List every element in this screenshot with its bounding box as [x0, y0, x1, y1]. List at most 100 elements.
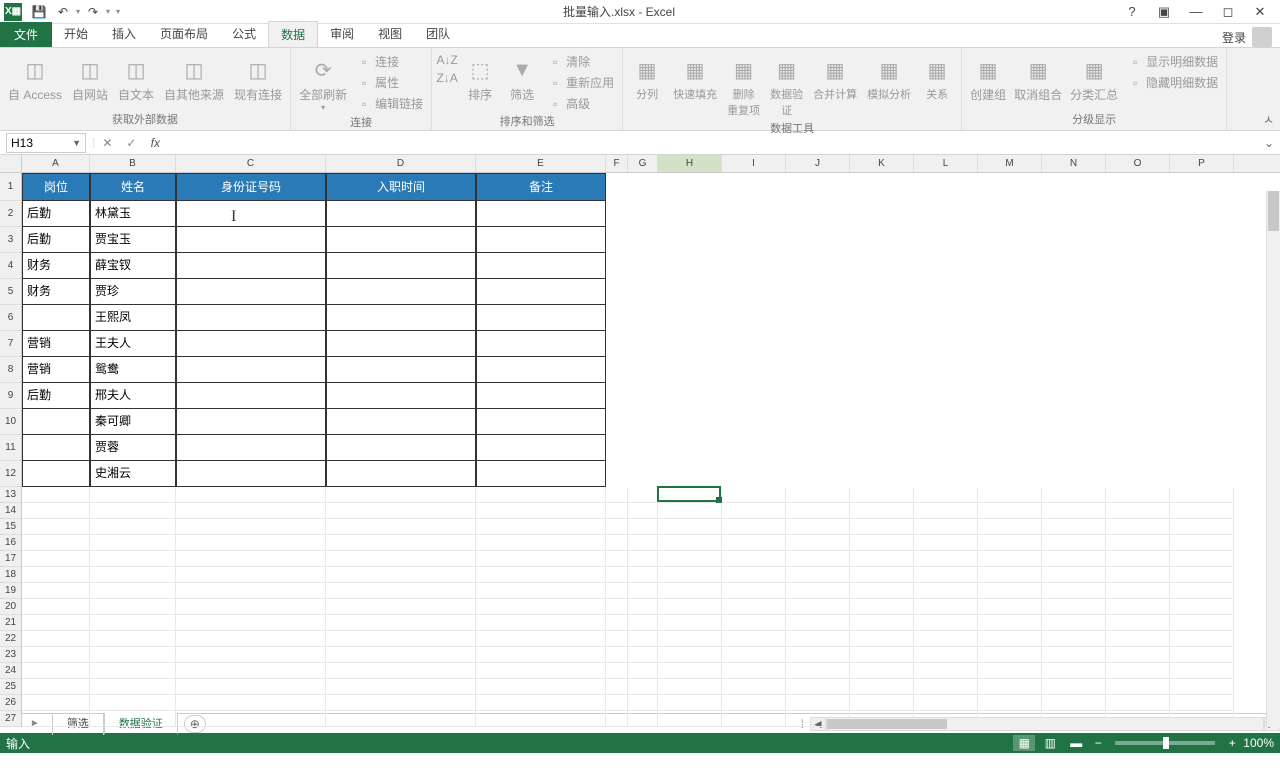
data-tool-button[interactable]: ▦快速填充 — [669, 52, 721, 104]
cell[interactable] — [90, 663, 176, 679]
cell[interactable] — [786, 487, 850, 503]
confirm-formula-button[interactable]: ✓ — [119, 133, 143, 153]
ext-data-button[interactable]: ◫自网站 — [68, 52, 112, 105]
cell[interactable] — [850, 679, 914, 695]
row-header-7[interactable]: 7 — [0, 331, 21, 357]
cell[interactable] — [722, 711, 786, 727]
cell[interactable] — [658, 631, 722, 647]
cell[interactable] — [1106, 679, 1170, 695]
cell[interactable] — [326, 583, 476, 599]
cell[interactable] — [22, 461, 90, 487]
cell[interactable] — [628, 647, 658, 663]
cell[interactable] — [176, 519, 326, 535]
zoom-slider[interactable] — [1115, 741, 1215, 745]
cell[interactable] — [1170, 615, 1234, 631]
cell[interactable] — [628, 487, 658, 503]
cell[interactable] — [326, 279, 476, 305]
cell[interactable] — [850, 695, 914, 711]
cell[interactable] — [606, 583, 628, 599]
cell[interactable] — [1170, 599, 1234, 615]
row-header-19[interactable]: 19 — [0, 583, 21, 599]
cell[interactable] — [326, 331, 476, 357]
cell[interactable] — [606, 567, 628, 583]
data-tool-button[interactable]: ▦模拟分析 — [863, 52, 915, 104]
cell[interactable] — [914, 567, 978, 583]
help-button[interactable]: ? — [1118, 1, 1146, 23]
cell[interactable] — [326, 461, 476, 487]
row-header-11[interactable]: 11 — [0, 435, 21, 461]
outline-button[interactable]: ▦取消组合 — [1010, 52, 1066, 105]
cell[interactable]: 营销 — [22, 357, 90, 383]
tab-插入[interactable]: 插入 — [100, 21, 148, 47]
view-page-layout-button[interactable]: ▥ — [1039, 735, 1061, 751]
cell[interactable] — [978, 535, 1042, 551]
view-page-break-button[interactable]: ▬ — [1065, 735, 1087, 751]
cell[interactable] — [1042, 647, 1106, 663]
cell[interactable] — [722, 663, 786, 679]
cell[interactable] — [22, 631, 90, 647]
cell[interactable] — [914, 503, 978, 519]
cell[interactable] — [1106, 615, 1170, 631]
row-header-22[interactable]: 22 — [0, 631, 21, 647]
zoom-level[interactable]: 100% — [1243, 736, 1274, 750]
cell[interactable] — [176, 383, 326, 409]
col-header-H[interactable]: H — [658, 155, 722, 172]
cell[interactable] — [326, 551, 476, 567]
cell[interactable] — [476, 357, 606, 383]
cell[interactable] — [176, 599, 326, 615]
row-header-13[interactable]: 13 — [0, 487, 21, 503]
row-header-6[interactable]: 6 — [0, 305, 21, 331]
cell[interactable] — [914, 599, 978, 615]
cell[interactable] — [786, 695, 850, 711]
cell[interactable] — [978, 663, 1042, 679]
select-all-corner[interactable] — [0, 155, 22, 173]
cell[interactable] — [1042, 599, 1106, 615]
close-button[interactable]: ✕ — [1246, 1, 1274, 23]
ribbon-display-button[interactable]: ▣ — [1150, 1, 1178, 23]
cell[interactable] — [658, 615, 722, 631]
cell[interactable] — [90, 647, 176, 663]
cell[interactable] — [22, 409, 90, 435]
cell[interactable] — [90, 487, 176, 503]
cell[interactable] — [22, 647, 90, 663]
cell[interactable] — [476, 599, 606, 615]
filter-item[interactable]: ▫高级 — [544, 94, 618, 113]
cell[interactable] — [326, 201, 476, 227]
cell[interactable] — [786, 535, 850, 551]
cell[interactable]: 林黛玉 — [90, 201, 176, 227]
col-header-K[interactable]: K — [850, 155, 914, 172]
cell[interactable] — [606, 711, 628, 727]
outline-button[interactable]: ▦分类汇总 — [1066, 52, 1122, 105]
cell[interactable] — [978, 567, 1042, 583]
cell[interactable]: 薛宝钗 — [90, 253, 176, 279]
cell[interactable] — [476, 647, 606, 663]
cell[interactable] — [176, 305, 326, 331]
data-tool-button[interactable]: ▦关系 — [917, 52, 957, 104]
cell[interactable] — [476, 631, 606, 647]
cell[interactable] — [628, 567, 658, 583]
cell[interactable] — [850, 615, 914, 631]
cell[interactable] — [1106, 519, 1170, 535]
cell[interactable]: 邢夫人 — [90, 383, 176, 409]
cell[interactable] — [176, 551, 326, 567]
cell[interactable] — [658, 519, 722, 535]
cell[interactable] — [722, 583, 786, 599]
cell[interactable] — [176, 201, 326, 227]
ext-data-button[interactable]: ◫现有连接 — [230, 52, 286, 105]
cell[interactable] — [176, 435, 326, 461]
insert-function-button[interactable]: fx — [143, 133, 167, 153]
cell[interactable] — [628, 695, 658, 711]
cell[interactable] — [476, 583, 606, 599]
undo-button[interactable]: ↶ — [52, 1, 74, 23]
col-header-E[interactable]: E — [476, 155, 606, 172]
data-tool-button[interactable]: ▦分列 — [627, 52, 667, 104]
cell[interactable] — [628, 711, 658, 727]
row-header-26[interactable]: 26 — [0, 695, 21, 711]
cell[interactable] — [1170, 551, 1234, 567]
col-header-N[interactable]: N — [1042, 155, 1106, 172]
filter-item[interactable]: ▫清除 — [544, 52, 618, 71]
col-header-I[interactable]: I — [722, 155, 786, 172]
cell[interactable] — [722, 679, 786, 695]
cell[interactable] — [176, 615, 326, 631]
cell[interactable] — [476, 615, 606, 631]
